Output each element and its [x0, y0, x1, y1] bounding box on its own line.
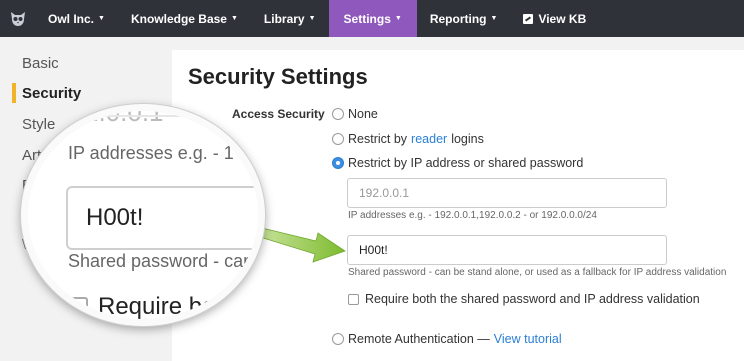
reader-link[interactable]: reader: [411, 132, 447, 146]
nav-reporting-label: Reporting: [429, 11, 487, 26]
sidebar-item-basic[interactable]: Basic: [22, 55, 59, 72]
radio-circle[interactable]: [332, 333, 344, 345]
nav-library-label: Library: [263, 11, 305, 26]
nav-owl-inc-label: Owl Inc.: [48, 11, 95, 26]
nav-view-kb-label: View KB: [538, 11, 587, 26]
shared-password-help: Shared password - can be stand alone, or…: [348, 267, 727, 278]
view-tutorial-link[interactable]: View tutorial: [494, 332, 562, 346]
chevron-down-icon: ▼: [98, 15, 105, 22]
nav-settings[interactable]: Settings ▼: [328, 0, 417, 37]
nav-owl-inc[interactable]: Owl Inc. ▼: [36, 0, 118, 37]
nav-reporting[interactable]: Reporting ▼: [417, 0, 511, 37]
radio-restrict-ip-label: Restrict by IP address or shared passwor…: [348, 156, 584, 170]
require-both-checkbox[interactable]: [348, 293, 359, 305]
nav-knowledge-base[interactable]: Knowledge Base ▼: [118, 0, 251, 37]
page-title: Security Settings: [188, 64, 368, 89]
active-marker: [12, 83, 16, 103]
sidebar-item-security[interactable]: Security: [22, 85, 81, 102]
external-link-icon: [523, 13, 534, 24]
magnified-checkbox: [66, 297, 88, 319]
nav-settings-label: Settings: [343, 11, 391, 26]
top-navigation: Owl Inc. ▼ Knowledge Base ▼ Library ▼ Se…: [0, 0, 744, 37]
radio-none[interactable]: None: [332, 107, 378, 121]
radio-remote-auth-label: Remote Authentication —: [348, 332, 490, 346]
radio-restrict-reader[interactable]: Restrict by reader logins: [332, 132, 484, 146]
radio-none-label: None: [348, 107, 378, 121]
chevron-down-icon: ▼: [308, 15, 316, 22]
nav-library[interactable]: Library ▼: [251, 0, 329, 37]
magnified-divider: [28, 115, 258, 117]
radio-circle-checked[interactable]: [332, 157, 344, 169]
radio-circle[interactable]: [332, 133, 344, 145]
ip-address-help: IP addresses e.g. - 192.0.0.1,192.0.0.2 …: [348, 210, 597, 221]
require-both-checkbox-row[interactable]: Require both the shared password and IP …: [348, 292, 700, 306]
magnified-password-help: Shared password - car: [68, 251, 250, 271]
radio-restrict-reader-suffix: logins: [451, 132, 484, 146]
chevron-down-icon: ▼: [230, 15, 238, 22]
magnified-password-value: H00t!: [86, 204, 144, 231]
owl-logo-icon[interactable]: [0, 0, 36, 37]
chevron-down-icon: ▼: [490, 15, 498, 22]
radio-restrict-ip[interactable]: Restrict by IP address or shared passwor…: [332, 156, 583, 170]
magnifier-callout: 2.0.0.1 IP addresses e.g. - 1 H00t! Shar…: [21, 104, 265, 326]
magnified-checkbox-label: Require bot: [98, 293, 223, 320]
radio-restrict-reader-label: Restrict by: [348, 132, 408, 146]
chevron-down-icon: ▼: [394, 15, 402, 22]
magnified-ip-help: IP addresses e.g. - 1: [68, 143, 234, 163]
require-both-label: Require both the shared password and IP …: [365, 292, 700, 306]
radio-circle[interactable]: [332, 108, 344, 120]
nav-view-kb[interactable]: View KB: [510, 0, 599, 37]
shared-password-input[interactable]: [347, 235, 667, 265]
nav-knowledge-base-label: Knowledge Base: [130, 11, 227, 26]
radio-remote-auth[interactable]: Remote Authentication — View tutorial: [332, 332, 566, 346]
ip-address-input[interactable]: [347, 178, 667, 208]
